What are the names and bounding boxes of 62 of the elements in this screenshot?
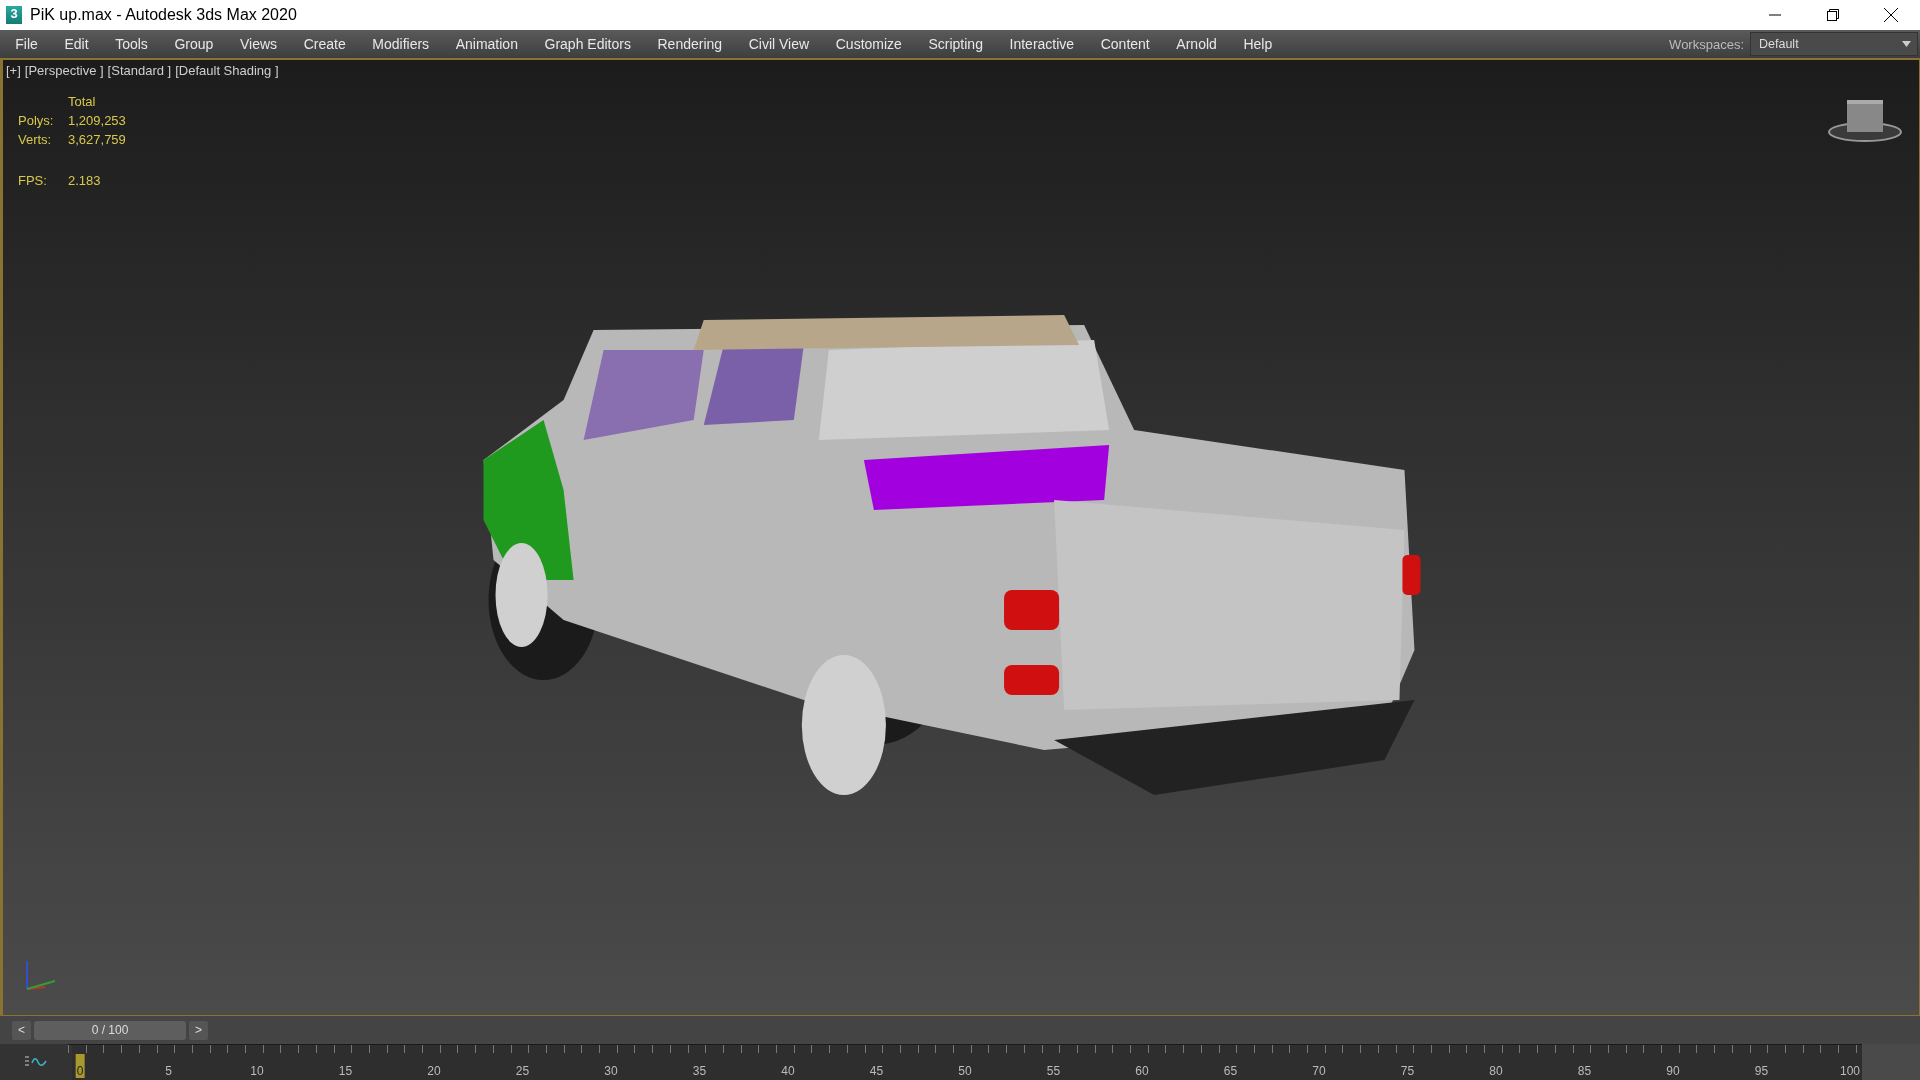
menu-item[interactable]: Content — [1087, 30, 1164, 58]
stat-label: Polys: — [18, 113, 55, 128]
window-title: PiK up.max - Autodesk 3ds Max 2020 — [30, 6, 297, 24]
timeline-ruler[interactable]: 0 5 10 15 20 25 30 35 40 45 50 55 60 65 70 75 80 85 90 95 100 — [68, 1044, 1862, 1080]
viewport-label[interactable]: [Default Shading ] — [175, 63, 279, 78]
previous-frame-button[interactable]: < — [12, 1020, 31, 1040]
menu-item[interactable]: Help — [1230, 30, 1286, 58]
frame-number: 0 — [75, 1054, 85, 1078]
frame-number: 60 — [1135, 1064, 1149, 1078]
app-logo-icon: 3 — [6, 6, 22, 24]
fps-value: 2.183 — [68, 173, 102, 188]
restore-icon — [1827, 9, 1839, 21]
frame-number: 40 — [781, 1064, 795, 1078]
close-icon — [1884, 8, 1898, 22]
viewport-label[interactable]: [Standard ] — [107, 63, 172, 78]
viewport-label[interactable]: [Perspective ] — [24, 63, 104, 78]
frame-number: 70 — [1312, 1064, 1326, 1078]
frame-number: 100 — [1840, 1064, 1860, 1078]
frame-number: 25 — [515, 1064, 530, 1078]
menu-item[interactable]: Group — [161, 30, 227, 58]
menu-item[interactable]: Interactive — [996, 30, 1088, 58]
menu-item[interactable]: Modifiers — [359, 30, 443, 58]
frame-number: 90 — [1666, 1064, 1680, 1078]
stats-header: Total — [68, 94, 97, 109]
frame-number: 45 — [869, 1064, 884, 1078]
frame-number: 30 — [604, 1064, 618, 1078]
frame-counter[interactable]: 0 / 100 — [34, 1020, 186, 1040]
menu-item[interactable]: Tools — [101, 30, 162, 58]
menu-item[interactable]: Graph Editors — [531, 30, 645, 58]
viewport-label[interactable]: [+] — [6, 63, 21, 78]
frame-number: 10 — [250, 1064, 264, 1078]
stat-label: Verts: — [18, 132, 53, 147]
curve-editor-icon[interactable] — [25, 1055, 47, 1069]
menu-item[interactable]: Scripting — [915, 30, 997, 58]
workspaces-dropdown[interactable]: Default — [1750, 32, 1918, 56]
menu-item[interactable]: Rendering — [644, 30, 736, 58]
menu-item[interactable]: Civil View — [735, 30, 823, 58]
frame-number: 95 — [1754, 1064, 1769, 1078]
frame-number: 20 — [427, 1064, 441, 1078]
frame-number: 75 — [1400, 1064, 1415, 1078]
frame-number: 65 — [1223, 1064, 1238, 1078]
next-frame-button[interactable]: > — [189, 1020, 208, 1040]
menu-item[interactable]: Views — [226, 30, 291, 58]
viewport[interactable]: [+] [Perspective ] [Standard ] [Default Shading ] Total Polys: 1,209,253 Verts: 3,627,759 FPS: 2.183 — [0, 58, 1920, 1016]
menu-item[interactable]: Animation — [442, 30, 532, 58]
frame-number: 5 — [165, 1064, 172, 1078]
menu-item[interactable]: Customize — [822, 30, 916, 58]
frame-number: 15 — [338, 1064, 353, 1078]
menu-item[interactable]: File — [2, 30, 52, 58]
stat-value: 3,627,759 — [68, 132, 127, 147]
menu-item[interactable]: Create — [290, 30, 359, 58]
fps-label: FPS: — [18, 173, 48, 188]
frame-number: 50 — [958, 1064, 972, 1078]
frame-number: 85 — [1577, 1064, 1592, 1078]
workspaces-label: Workspaces: — [1669, 36, 1744, 52]
frame-number: 55 — [1046, 1064, 1061, 1078]
frame-number: 35 — [692, 1064, 707, 1078]
frame-number: 80 — [1489, 1064, 1503, 1078]
stat-value: 1,209,253 — [68, 113, 127, 128]
menu-item[interactable]: Edit — [51, 30, 102, 58]
menu-item[interactable]: Arnold — [1163, 30, 1231, 58]
dropdown-arrow-icon — [1902, 41, 1911, 47]
